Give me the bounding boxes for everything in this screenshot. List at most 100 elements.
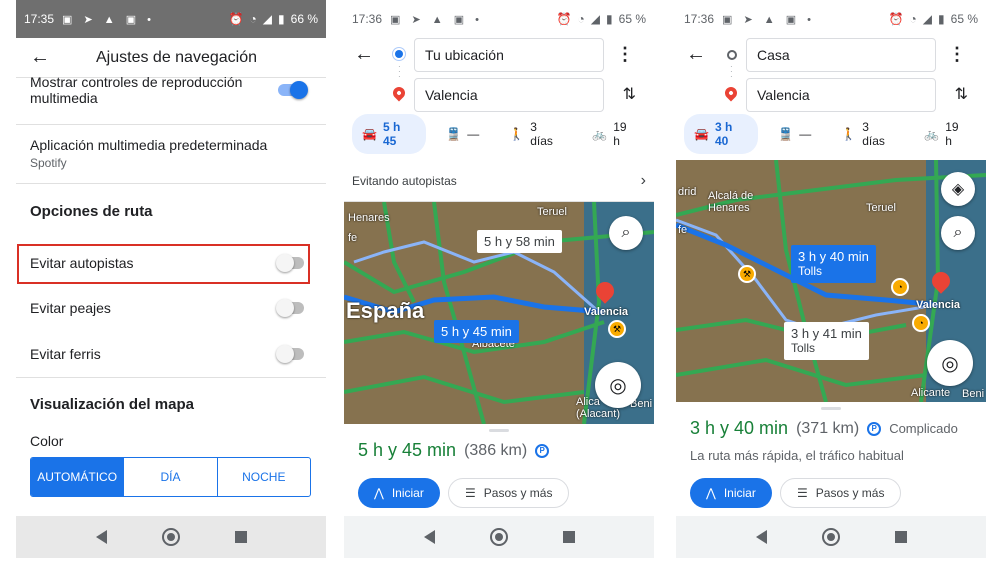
avoid-highways-toggle[interactable] <box>276 254 304 272</box>
destination-field[interactable]: Valencia <box>746 78 936 112</box>
page-title: Ajustes de navegación <box>96 48 257 66</box>
swap-icon[interactable]: ⇅ <box>955 84 968 104</box>
back-arrow-icon[interactable]: ← <box>16 46 64 69</box>
nav-home-icon[interactable] <box>161 528 180 546</box>
alt-route-callout[interactable]: 3 h y 41 min Tolls <box>784 322 869 360</box>
start-button[interactable]: ⋀ Iniciar <box>690 478 772 508</box>
nav-recents-icon[interactable] <box>234 531 247 543</box>
map-view[interactable]: fe Henares Teruel España Valencia Albace… <box>344 202 654 424</box>
color-option-night[interactable]: NOCHE <box>218 458 310 496</box>
toggle-knob <box>276 299 294 317</box>
origin-field[interactable]: Tu ubicación <box>414 38 604 72</box>
avoid-banner-text: Evitando autopistas <box>352 173 457 188</box>
my-location-icon[interactable]: ◎ <box>927 340 973 386</box>
map-view[interactable]: drid Alcalá de Henares fe Teruel Valenci… <box>676 160 986 402</box>
more-options-icon[interactable]: ⋮ <box>616 44 634 65</box>
mode-transit[interactable]: 🚆 — <box>436 121 489 147</box>
map-label-valencia: Valencia <box>584 306 629 318</box>
media-controls-toggle[interactable] <box>278 81 308 99</box>
battery-level: 65 % <box>950 12 978 26</box>
map-label-henares: Henares <box>348 212 390 224</box>
mode-drive[interactable]: 🚘 3 h 40 <box>684 114 759 154</box>
mode-bike[interactable]: 🚲 19 h <box>914 114 978 154</box>
wifi-icon: ◔ <box>909 12 917 26</box>
swap-icon[interactable]: ⇅ <box>623 84 636 104</box>
sheet-handle[interactable] <box>821 407 841 410</box>
nav-home-icon[interactable] <box>821 528 840 546</box>
status-time: 17:36 <box>352 12 383 26</box>
toggle-knob <box>276 254 294 272</box>
destination-field[interactable]: Valencia <box>414 78 604 112</box>
connector-dots: · · · <box>730 62 733 81</box>
origin-field[interactable]: Casa <box>746 38 936 72</box>
avoid-ferries-row[interactable]: Evitar ferris <box>16 345 326 363</box>
back-arrow-icon[interactable]: ← <box>354 43 374 66</box>
color-option-auto[interactable]: AUTOMÁTICO <box>31 458 125 496</box>
more-options-icon[interactable]: ⋮ <box>948 44 966 65</box>
speed-camera-warning-icon[interactable]: ◔ <box>912 314 930 332</box>
map-label-fe: fe <box>678 224 688 236</box>
nav-back-icon[interactable] <box>95 530 107 544</box>
mode-bike-time: 19 h <box>613 120 627 148</box>
mode-drive-time: 3 h 40 <box>714 120 733 148</box>
nav-back-icon[interactable] <box>423 530 435 544</box>
avoid-ferries-toggle[interactable] <box>276 345 304 363</box>
wifi-icon: ◔ <box>249 12 257 26</box>
navigation-arrow-icon: ⋀ <box>706 486 716 500</box>
route-summary: 3 h y 40 min (371 km) P Complicado <box>690 418 958 439</box>
toggle-knob <box>290 81 308 99</box>
search-icon[interactable]: ⌕ <box>609 216 643 250</box>
search-icon[interactable]: ⌕ <box>941 216 975 250</box>
layers-icon[interactable]: ◈ <box>941 172 975 206</box>
default-media-row[interactable]: Aplicación multimedia predeterminada Spo… <box>16 137 326 170</box>
mode-walk[interactable]: 🚶 3 días <box>499 114 572 154</box>
main-route-callout[interactable]: 3 h y 40 min Tolls <box>791 245 876 283</box>
status-right: ⏰ ◔ ◢ ▮ 65 % <box>889 12 978 26</box>
avoid-highways-row[interactable]: Evitar autopistas <box>16 254 326 272</box>
status-time: 17:36 <box>684 12 715 26</box>
nav-recents-icon[interactable] <box>562 531 575 543</box>
nav-recents-icon[interactable] <box>894 531 907 543</box>
directions-avoid-screen: 17:36 ▣ ➤ ▲ ▣ • ⏰ ◔ ◢ ▮ 65 % ← · · · Tu ub… <box>344 0 654 567</box>
map-label-fe: fe <box>348 232 358 244</box>
battery-icon: ▮ <box>606 12 613 26</box>
mode-walk[interactable]: 🚶 3 días <box>831 114 904 154</box>
mode-drive[interactable]: 🚘 5 h 45 <box>352 114 427 154</box>
my-location-icon[interactable]: ◎ <box>595 362 641 408</box>
divider <box>16 377 326 378</box>
mode-walk-time: 3 días <box>862 120 885 148</box>
start-button[interactable]: ⋀ Iniciar <box>358 478 440 508</box>
color-option-day[interactable]: DÍA <box>124 458 218 496</box>
steps-button[interactable]: ☰ Pasos y más <box>448 478 570 508</box>
avoid-highways-banner[interactable]: Evitando autopistas › <box>344 160 654 202</box>
bike-icon: 🚲 <box>592 127 608 141</box>
steps-button[interactable]: ☰ Pasos y más <box>780 478 902 508</box>
avoid-tolls-row[interactable]: Evitar peajes <box>16 299 326 317</box>
bike-icon: 🚲 <box>924 127 940 141</box>
route-summary: 5 h y 45 min (386 km) P <box>358 440 550 461</box>
main-route-callout[interactable]: 5 h y 45 min <box>434 320 519 343</box>
map-label-benidorm: Beni <box>962 388 985 400</box>
mode-bike[interactable]: 🚲 19 h <box>582 114 646 154</box>
media-controls-label: Mostrar controles de reproducción multim… <box>30 74 243 106</box>
steps-label: Pasos y más <box>815 486 885 500</box>
back-arrow-icon[interactable]: ← <box>686 43 706 66</box>
map-label-teruel: Teruel <box>537 206 567 218</box>
mode-transit[interactable]: 🚆 — <box>768 121 821 147</box>
roadwork-warning-icon[interactable]: ⚒ <box>608 320 626 338</box>
alt-route-callout[interactable]: 5 h y 58 min <box>477 230 562 253</box>
nav-home-icon[interactable] <box>489 528 508 546</box>
system-nav-bar <box>344 516 654 558</box>
nav-back-icon[interactable] <box>755 530 767 544</box>
status-bar: 17:35 ▣ ➤ ▲ ▣ • ⏰ ◔ ◢ ▮ 66 % <box>16 0 326 38</box>
connector-dots: · · · <box>398 62 401 81</box>
roadwork-warning-icon[interactable]: ⚒ <box>738 265 756 283</box>
destination-pin-icon <box>390 84 408 102</box>
directions-header: ← · · · Tu ubicación Valencia ⋮ ⇅ 🚘 5 h 45 … <box>344 38 654 158</box>
sheet-handle[interactable] <box>489 429 509 432</box>
speed-camera-warning-icon[interactable]: ◔ <box>891 278 909 296</box>
media-controls-row[interactable]: Mostrar controles de reproducción multim… <box>16 74 326 106</box>
avoid-tolls-toggle[interactable] <box>276 299 304 317</box>
avoid-tolls-label: Evitar peajes <box>30 300 111 316</box>
status-right: ⏰ ◔ ◢ ▮ 66 % <box>229 12 318 26</box>
